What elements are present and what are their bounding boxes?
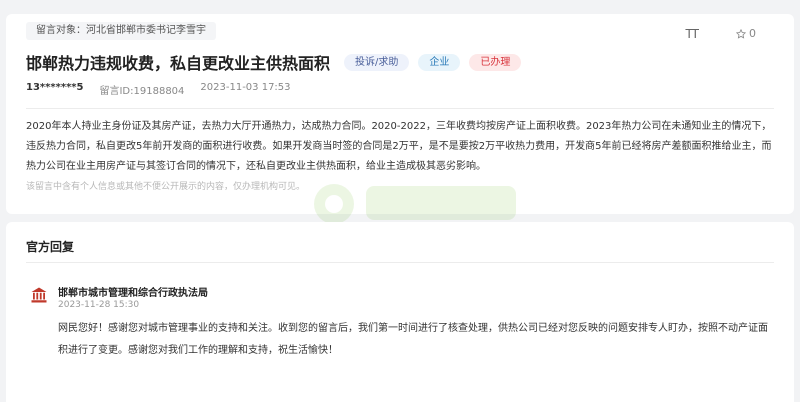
like-button[interactable]: 0	[736, 27, 756, 40]
message-meta: 13*******5 留言ID:19188804 2023-11-03 17:5…	[26, 82, 291, 97]
title-row: 邯郸热力违规收费，私自更改业主供热面积 投诉/求助 企业 已办理	[26, 50, 530, 74]
reply-card: 官方回复 邯郸市城市管理和综合行政执法局 2023-11-28 15:30 网民…	[6, 222, 794, 402]
tag-status: 已办理	[469, 53, 522, 71]
reply-content: 网民您好！感谢您对城市管理事业的支持和关注。收到您的留言后，我们第一时间进行了核…	[58, 323, 768, 356]
tag-field[interactable]: 企业	[418, 53, 461, 71]
star-icon	[736, 28, 746, 39]
privacy-disclaimer: 该留言中含有个人信息或其他不便公开展示的内容，仅办理机构可见。	[26, 182, 306, 192]
tag-category[interactable]: 投诉/求助	[344, 53, 410, 71]
government-building-icon	[31, 287, 47, 303]
message-content: 2020年本人持业主身份证及其房产证，去热力大厅开通热力，达成热力合同。2020…	[26, 121, 772, 172]
reply-divider	[26, 262, 774, 263]
message-divider	[26, 108, 774, 109]
message-id: 留言ID:19188804	[99, 86, 185, 97]
font-size-icon[interactable]: TT	[686, 27, 699, 41]
reply-header: 官方回复	[26, 240, 75, 254]
message-time: 2023-11-03 17:53	[200, 82, 291, 93]
reply-department: 邯郸市城市管理和综合行政执法局	[58, 288, 208, 299]
message-user: 13*******5	[26, 82, 84, 93]
message-target-label: 留言对象：河北省邯郸市委书记李雪宇	[26, 22, 216, 40]
reply-date: 2023-11-28 15:30	[58, 300, 140, 310]
message-title: 邯郸热力违规收费，私自更改业主供热面积	[26, 54, 331, 73]
like-count: 0	[749, 27, 756, 40]
message-card: 留言对象：河北省邯郸市委书记李雪宇 TT 0 邯郸热力违规收费，私自更改业主供热…	[6, 14, 794, 224]
